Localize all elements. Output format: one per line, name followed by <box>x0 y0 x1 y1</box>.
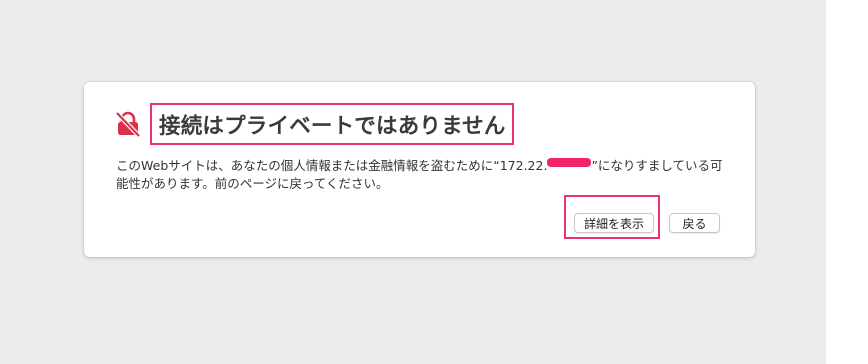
warning-card: 接続はプライベートではありません このWebサイトは、あなたの個人情報または金融… <box>84 82 755 257</box>
redacted-address <box>547 158 592 167</box>
warning-description: このWebサイトは、あなたの個人情報または金融情報を盗むために“172.22.”… <box>116 157 728 193</box>
page-title: 接続はプライベートではありません <box>159 113 506 139</box>
title-highlight: 接続はプライベートではありません <box>150 103 514 145</box>
show-details-button[interactable]: 詳細を表示 <box>574 213 654 233</box>
description-text-before: このWebサイトは、あなたの個人情報または金融情報を盗むために“172.22. <box>116 158 548 173</box>
lock-slash-icon <box>115 111 141 138</box>
go-back-button[interactable]: 戻る <box>669 213 720 233</box>
title-row: 接続はプライベートではありません <box>114 103 514 145</box>
